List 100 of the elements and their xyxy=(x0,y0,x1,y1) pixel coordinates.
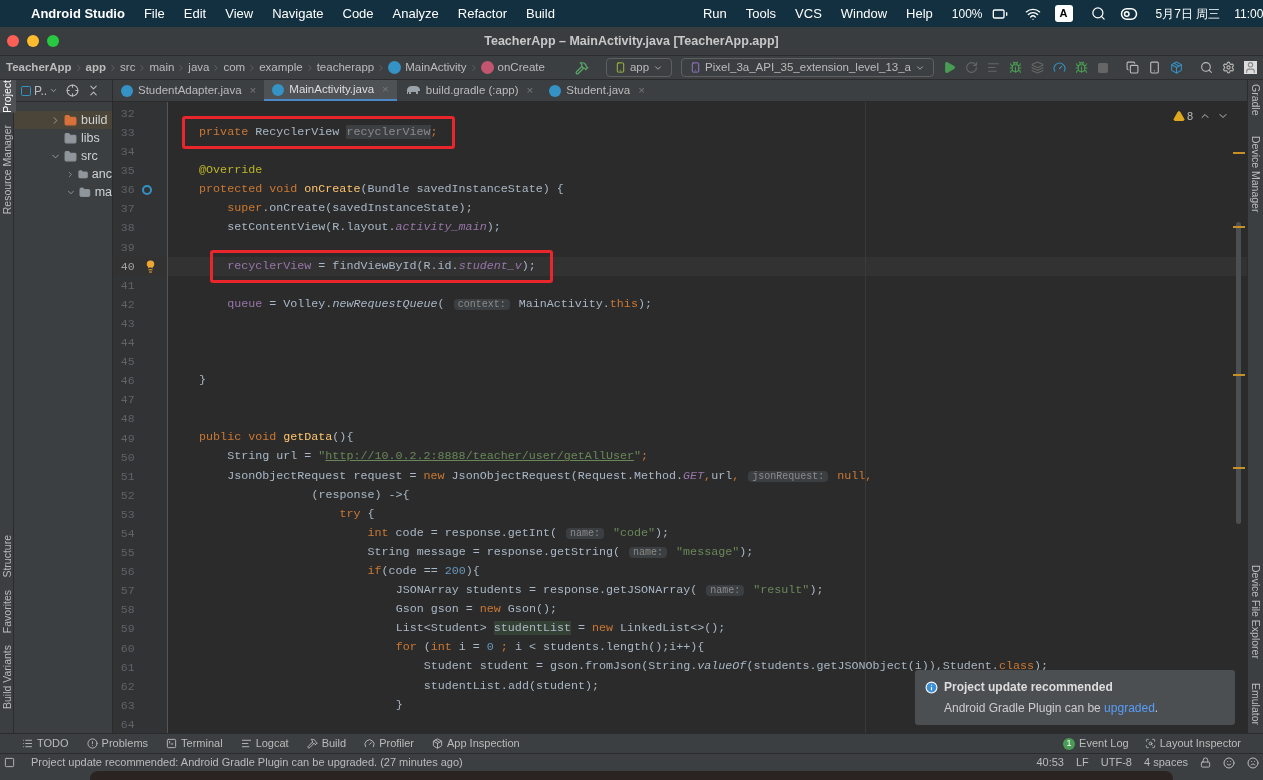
code-line: queue = Volley.newRequestQueue( context: MainActivity.this); xyxy=(227,295,652,313)
run-icon[interactable] xyxy=(943,61,956,74)
tree-item[interactable]: libs xyxy=(81,128,100,148)
notification-title: Project update recommended xyxy=(944,679,1113,696)
code-line: public void getData(){ xyxy=(199,429,354,447)
code-line: String message = response.getString( name: "message"); xyxy=(367,543,754,561)
tool-window-tab[interactable]: Gradle xyxy=(1248,80,1263,116)
menu-item[interactable]: Build xyxy=(525,3,555,24)
editor-tab[interactable]: build.gradle (:app) × xyxy=(396,80,542,101)
tool-window-button[interactable]: Build xyxy=(306,735,347,752)
tool-window-button[interactable]: Terminal xyxy=(166,735,223,752)
override-icon[interactable] xyxy=(141,184,152,195)
device-dropdown[interactable]: Pixel_3a_API_35_extension_level_13_a xyxy=(681,58,934,77)
settings-icon[interactable] xyxy=(1222,61,1235,74)
folder-icon xyxy=(78,185,91,199)
input-source[interactable]: A xyxy=(1054,5,1073,22)
tool-window-button[interactable]: Layout Inspector xyxy=(1144,735,1241,752)
tool-window-tab[interactable]: Project xyxy=(0,80,16,113)
tool-window-button[interactable]: App Inspection xyxy=(431,735,520,752)
code-line: Gson gson = new Gson(); xyxy=(395,601,557,619)
editor-tab[interactable]: MainActivity.java × xyxy=(264,80,397,101)
tree-item[interactable]: ma xyxy=(94,182,112,202)
breadcrumb[interactable]: main xyxy=(149,58,175,77)
menu-item[interactable]: View xyxy=(225,3,254,24)
code-line: for (int i = 0 ; i < students.length();i++){ xyxy=(395,639,705,657)
smile-icon[interactable] xyxy=(1223,756,1235,769)
menu-item[interactable]: File xyxy=(143,3,165,24)
stop-icon[interactable] xyxy=(1097,61,1109,74)
tool-window-tab[interactable]: Build Variants xyxy=(0,645,16,709)
menu-item[interactable]: Analyze xyxy=(392,3,439,24)
scrollbar-thumb[interactable] xyxy=(1236,222,1241,524)
code-line: recyclerView = findViewById(R.id.student_v); xyxy=(227,257,536,275)
breadcrumb[interactable]: src xyxy=(120,58,136,77)
tool-window-tab[interactable]: Structure xyxy=(0,535,16,578)
tool-window-tab[interactable]: Device File Explorer xyxy=(1248,565,1263,659)
profiler-icon[interactable] xyxy=(1053,61,1066,74)
breadcrumb[interactable]: java xyxy=(188,58,210,77)
search-icon[interactable] xyxy=(1090,6,1106,21)
tool-window-tab[interactable]: Device Manager xyxy=(1248,131,1263,212)
panel-toggle-icon[interactable] xyxy=(4,757,15,768)
device-manager-icon[interactable] xyxy=(1148,61,1161,74)
tool-window-tab[interactable]: Resource Manager xyxy=(0,124,16,214)
app-menu[interactable]: Android Studio xyxy=(31,3,125,24)
menu-item[interactable]: Refactor xyxy=(457,3,507,24)
line-separator[interactable]: LF xyxy=(1075,754,1089,771)
code-line: String url = "http://10.0.2.2:8888/teacher/user/getAllUser"; xyxy=(227,448,648,466)
tree-item[interactable]: anc xyxy=(91,164,112,184)
tree-item[interactable]: src xyxy=(81,146,98,166)
menubar-date[interactable]: 5月7日 周三 xyxy=(1155,4,1221,23)
view-dropdown[interactable]: P.. xyxy=(20,81,59,100)
status-message[interactable]: Project update recommended: Android Gradle Plugin can be upgraded. (27 minutes ago) xyxy=(31,754,463,771)
warning-icon[interactable] xyxy=(1172,110,1185,123)
lock-icon[interactable] xyxy=(1200,757,1211,768)
attach-debugger-icon[interactable] xyxy=(1075,61,1088,74)
menu-item[interactable]: Window xyxy=(840,3,888,24)
breadcrumb[interactable]: MainActivity xyxy=(405,58,467,77)
tool-window-button[interactable]: Profiler xyxy=(364,735,414,752)
debug-icon[interactable] xyxy=(1009,61,1022,74)
tool-window-button[interactable]: Logcat xyxy=(240,735,289,752)
locate-icon[interactable] xyxy=(66,84,80,97)
breadcrumb[interactable]: example xyxy=(259,58,303,77)
tool-window-button[interactable]: Problems xyxy=(86,735,149,752)
frown-icon[interactable] xyxy=(1247,756,1259,769)
menu-item[interactable]: Tools xyxy=(745,3,777,24)
menu-item[interactable]: Run xyxy=(702,3,727,24)
window-title: TeacherApp – MainActivity.java [TeacherApp.app] xyxy=(483,32,780,50)
menu-item[interactable]: Help xyxy=(906,3,933,24)
minimize-button[interactable] xyxy=(27,35,39,47)
android-icon xyxy=(614,62,626,73)
cursor-position[interactable]: 40:53 xyxy=(1036,754,1064,771)
menubar-time[interactable]: 11:00 xyxy=(1234,4,1263,23)
tool-window-button[interactable]: 1 Event Log xyxy=(1063,735,1129,752)
indent-setting[interactable]: 4 spaces xyxy=(1143,754,1188,771)
inspector-icon xyxy=(1144,738,1156,749)
editor-tab[interactable]: Student.java × xyxy=(541,80,653,101)
breadcrumb[interactable]: teacherapp xyxy=(316,58,375,77)
avatar-icon[interactable] xyxy=(1244,61,1257,74)
close-button[interactable] xyxy=(7,35,19,47)
menu-item[interactable]: Code xyxy=(342,3,374,24)
warning-count[interactable]: 8 xyxy=(1186,108,1193,125)
file-encoding[interactable]: UTF-8 xyxy=(1100,754,1132,771)
breadcrumb[interactable]: onCreate xyxy=(497,58,545,77)
upgrade-link[interactable]: upgraded xyxy=(1104,701,1155,715)
zoom-button[interactable] xyxy=(47,35,59,47)
code-line: studentList.add(student); xyxy=(423,677,600,695)
caret-icon xyxy=(49,86,59,95)
code-line: List<Student> studentList = new LinkedList<>(); xyxy=(395,620,726,638)
menu-item[interactable]: Edit xyxy=(183,3,207,24)
breadcrumb[interactable]: app xyxy=(85,58,107,77)
breadcrumb[interactable]: TeacherApp xyxy=(6,58,72,77)
tool-window-button[interactable]: TODO xyxy=(22,735,69,752)
editor-tab[interactable]: StudentAdapter.java × xyxy=(113,80,265,101)
configuration-dropdown[interactable]: app xyxy=(605,58,673,77)
breadcrumb[interactable]: com xyxy=(223,58,246,77)
tool-window-tab[interactable]: Emulator xyxy=(1248,683,1263,725)
tool-window-tab[interactable]: Favorites xyxy=(0,589,16,633)
hammer-icon[interactable] xyxy=(574,60,589,75)
problems-icon xyxy=(86,738,98,749)
menu-item[interactable]: Navigate xyxy=(272,3,324,24)
menu-item[interactable]: VCS xyxy=(795,3,822,24)
